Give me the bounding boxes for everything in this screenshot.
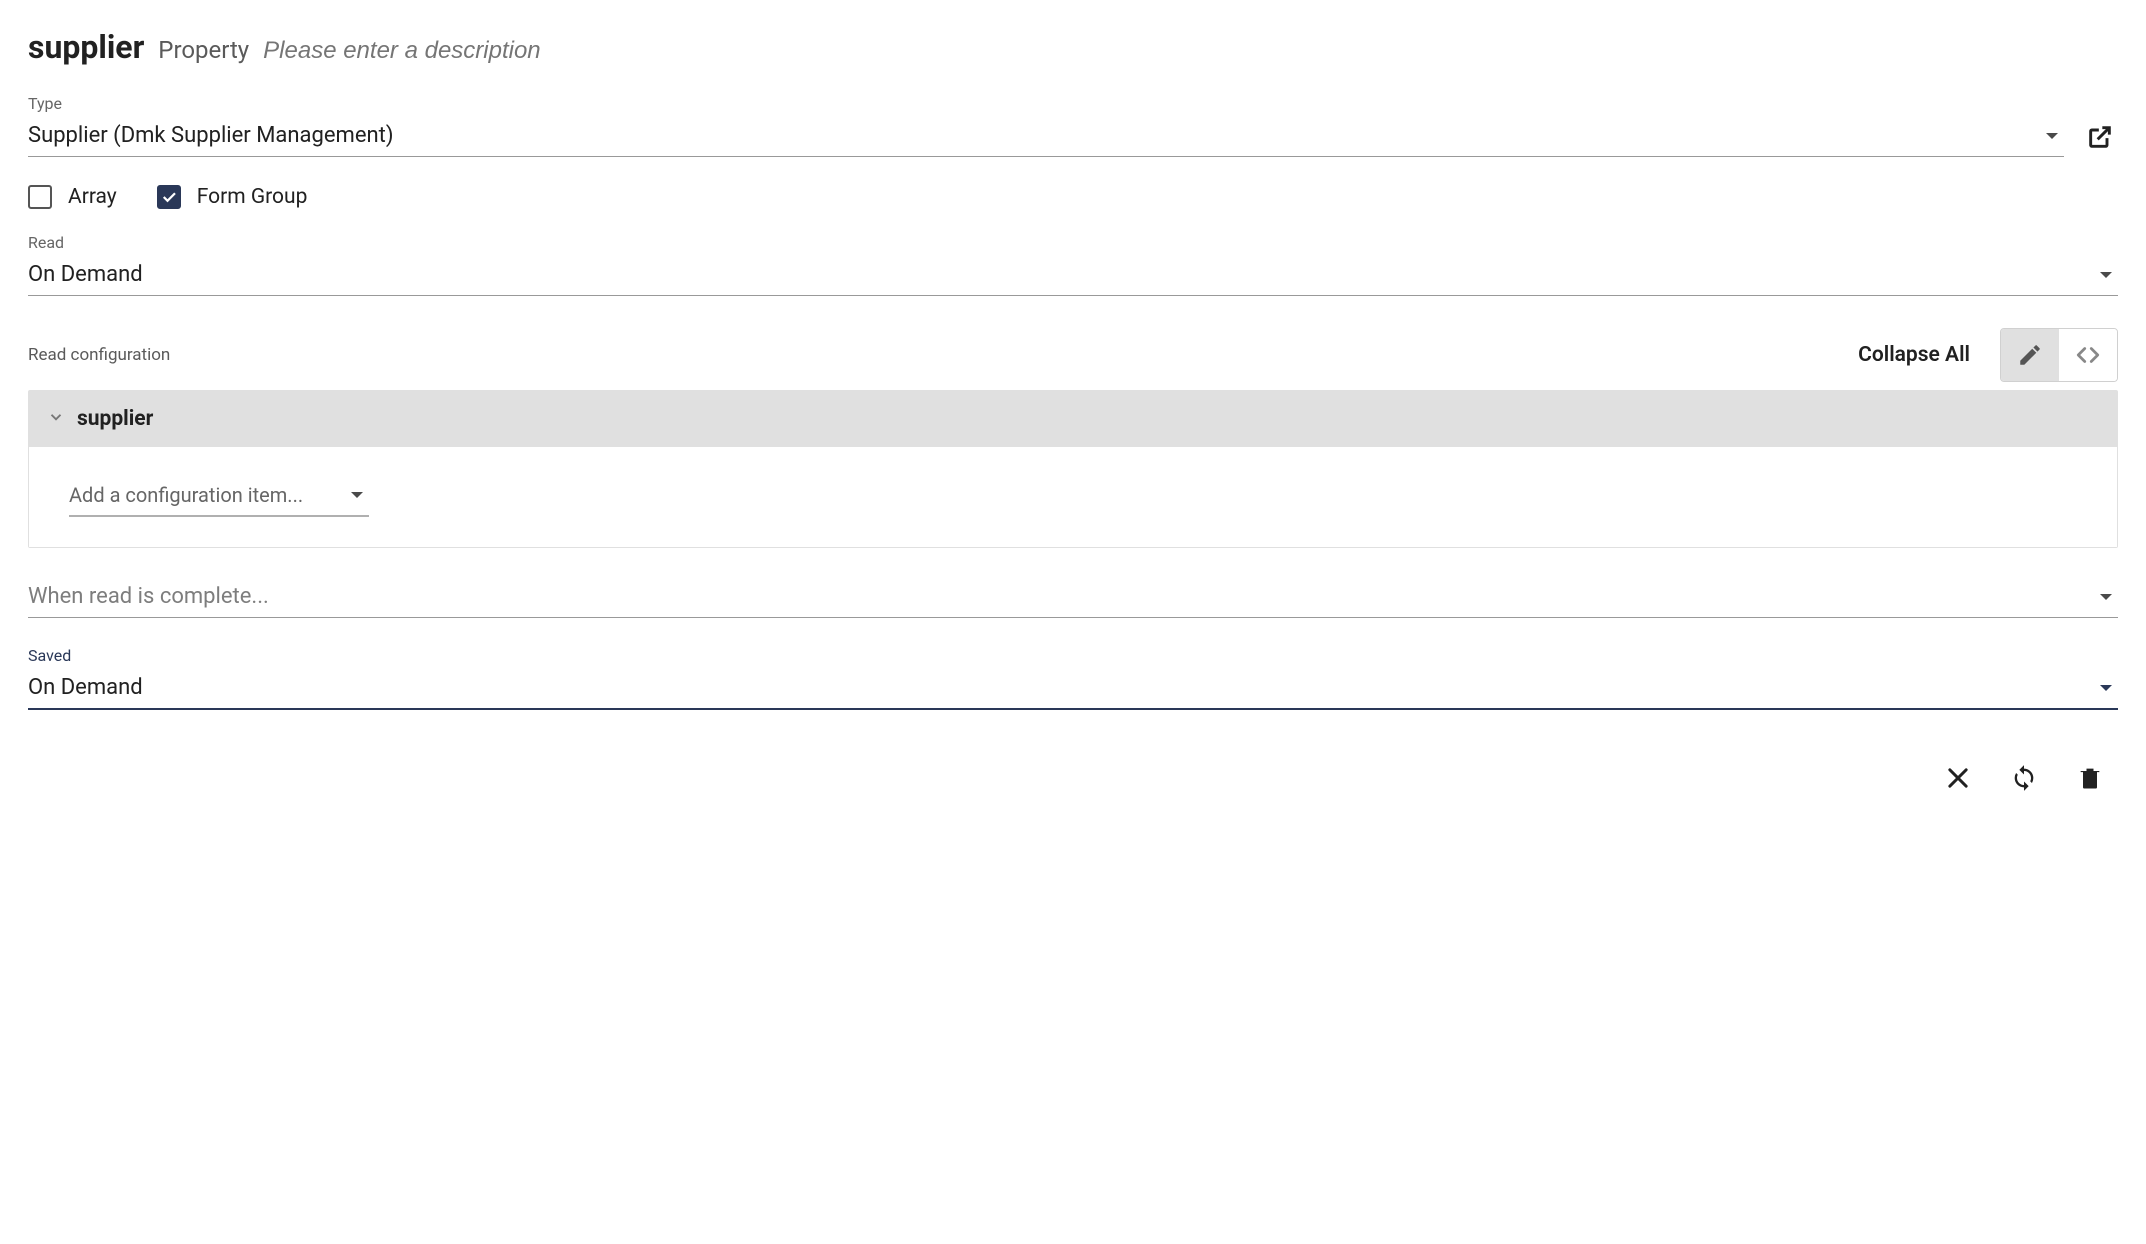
saved-label: Saved <box>28 646 2118 665</box>
type-select[interactable]: Supplier (Dmk Supplier Management) <box>28 117 2064 157</box>
description-input[interactable] <box>263 37 2118 65</box>
close-icon <box>1944 764 1972 792</box>
chevron-down-icon <box>351 492 363 498</box>
read-config-header: Read configuration Collapse All <box>28 328 2118 382</box>
config-panel-body: Add a configuration item... <box>29 447 2117 547</box>
saved-field-group: Saved On Demand <box>28 646 2118 710</box>
view-mode-toggle <box>2000 328 2118 382</box>
collapse-all-button[interactable]: Collapse All <box>1858 343 1970 367</box>
delete-button[interactable] <box>2072 760 2108 796</box>
add-config-placeholder: Add a configuration item... <box>69 483 303 507</box>
read-field-group: Read On Demand <box>28 233 2118 296</box>
property-title: supplier <box>28 28 144 66</box>
config-panel-title: supplier <box>77 407 153 431</box>
chevron-down-icon <box>2046 133 2058 139</box>
refresh-button[interactable] <box>2006 760 2042 796</box>
open-external-button[interactable] <box>2082 119 2118 155</box>
form-group-checkbox[interactable]: Form Group <box>157 185 308 209</box>
checkbox-unchecked-icon <box>28 185 52 209</box>
footer-actions <box>28 760 2118 796</box>
chevron-down-icon <box>2100 272 2112 278</box>
add-config-item-select[interactable]: Add a configuration item... <box>69 477 369 517</box>
type-value: Supplier (Dmk Supplier Management) <box>28 123 394 148</box>
array-checkbox[interactable]: Array <box>28 185 117 209</box>
code-icon <box>2075 342 2101 368</box>
when-complete-field-group: When read is complete... <box>28 578 2118 618</box>
close-button[interactable] <box>1940 760 1976 796</box>
read-config-label: Read configuration <box>28 345 170 365</box>
pencil-icon <box>2017 342 2043 368</box>
when-complete-select[interactable]: When read is complete... <box>28 578 2118 618</box>
config-panel-header[interactable]: supplier <box>29 391 2117 447</box>
checkbox-checked-icon <box>157 185 181 209</box>
code-mode-button[interactable] <box>2059 329 2117 381</box>
type-field-group: Type Supplier (Dmk Supplier Management) <box>28 94 2118 157</box>
refresh-icon <box>2010 764 2038 792</box>
saved-value: On Demand <box>28 675 143 700</box>
property-header: supplier Property <box>28 28 2118 66</box>
checkbox-row: Array Form Group <box>28 185 2118 209</box>
open-external-icon <box>2086 123 2114 151</box>
chevron-down-icon <box>2100 594 2112 600</box>
read-label: Read <box>28 233 2118 252</box>
chevron-down-icon <box>2100 685 2112 691</box>
config-panel: supplier Add a configuration item... <box>28 390 2118 548</box>
property-subtitle: Property <box>158 36 249 64</box>
array-checkbox-label: Array <box>68 185 117 209</box>
when-complete-placeholder: When read is complete... <box>28 584 269 609</box>
read-select[interactable]: On Demand <box>28 256 2118 296</box>
trash-icon <box>2076 764 2104 792</box>
edit-mode-button[interactable] <box>2001 329 2059 381</box>
saved-select[interactable]: On Demand <box>28 669 2118 710</box>
type-label: Type <box>28 94 2118 113</box>
read-value: On Demand <box>28 262 143 287</box>
form-group-checkbox-label: Form Group <box>197 185 308 209</box>
chevron-down-icon <box>47 408 65 430</box>
